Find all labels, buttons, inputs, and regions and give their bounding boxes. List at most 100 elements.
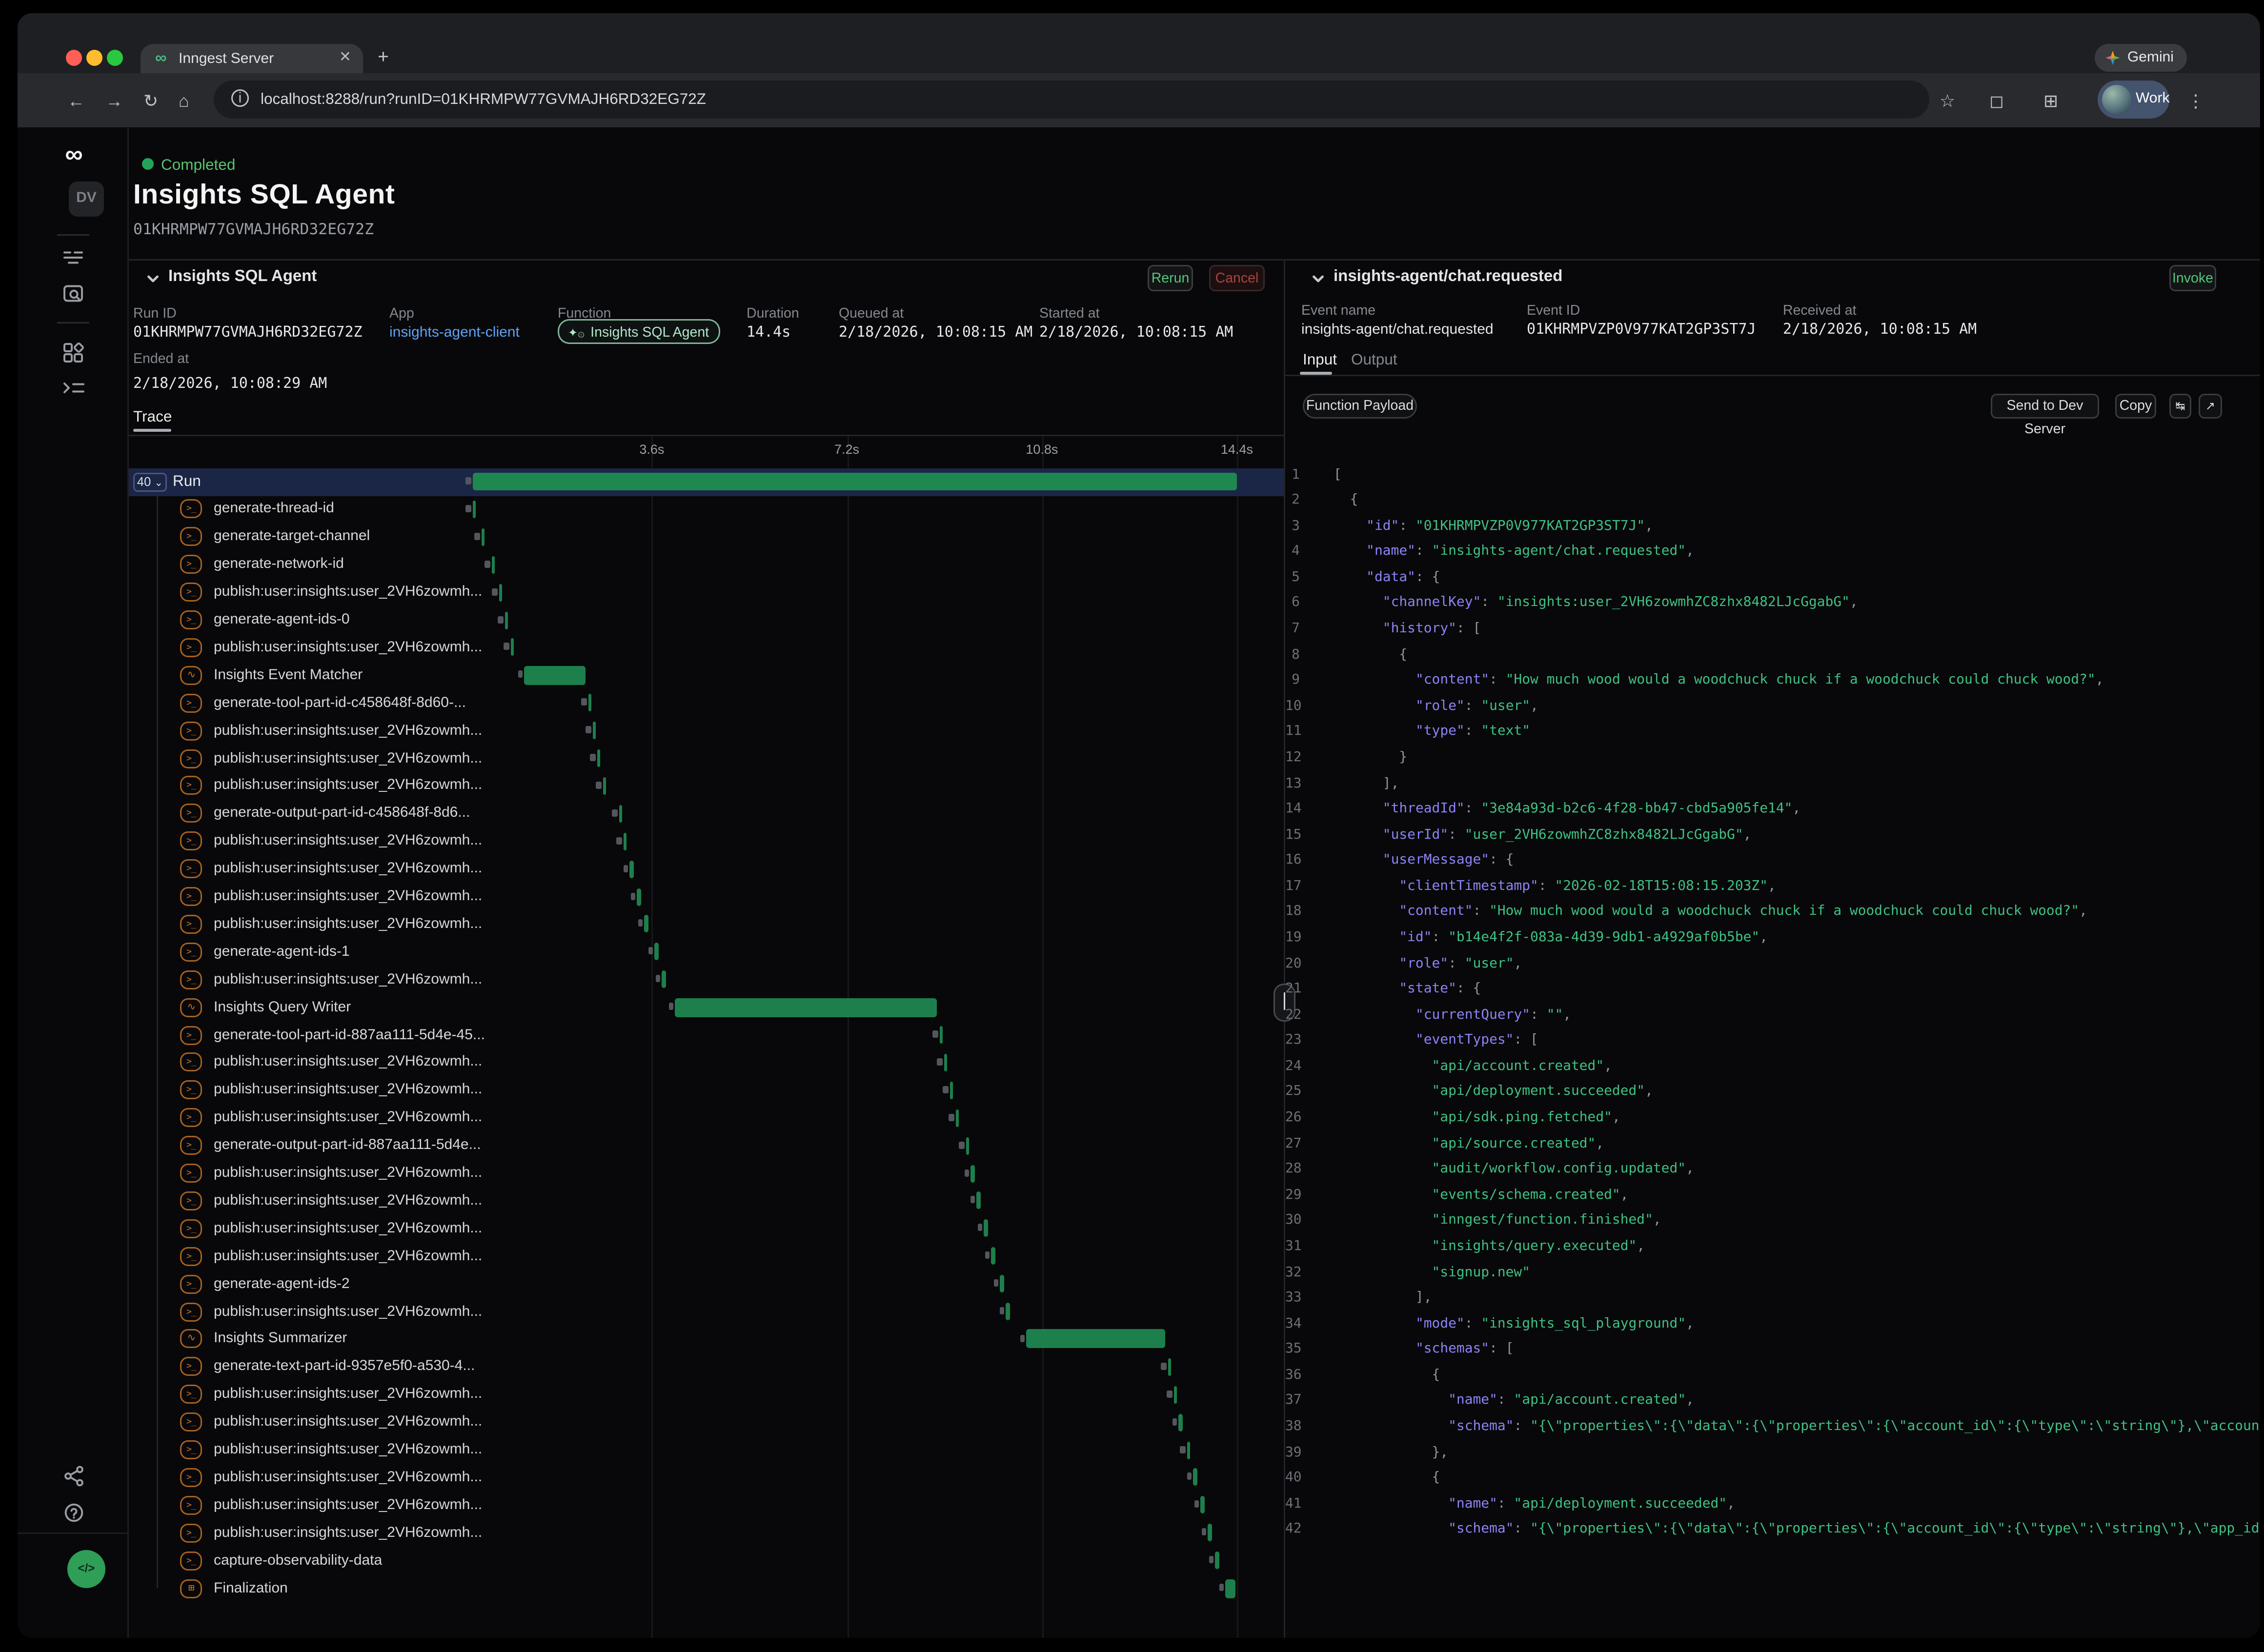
trace-row[interactable]: >_publish:user:insights:user_2VH6zowmh..… xyxy=(129,745,1284,772)
send-to-dev-server-button[interactable]: Send to Dev Server xyxy=(1991,394,2099,419)
sidebar-item-help[interactable] xyxy=(18,1502,129,1531)
trace-row[interactable]: >_publish:user:insights:user_2VH6zowmh..… xyxy=(129,1159,1284,1187)
step-bar[interactable] xyxy=(1006,1303,1010,1320)
trace-row[interactable]: >_publish:user:insights:user_2VH6zowmh..… xyxy=(129,1436,1284,1464)
span-bar[interactable] xyxy=(1226,1579,1235,1598)
trace-row[interactable]: >_publish:user:insights:user_2VH6zowmh..… xyxy=(129,1187,1284,1215)
extensions-icon[interactable]: ◻ xyxy=(1989,90,2004,111)
chevron-down-icon[interactable] xyxy=(145,271,161,287)
step-bar[interactable] xyxy=(619,805,623,822)
address-bar[interactable]: i localhost:8288/run?runID=01KHRMPW77GVM… xyxy=(214,81,1929,119)
tab-trace[interactable]: Trace xyxy=(133,408,172,426)
trace-row[interactable]: >_capture-observability-data xyxy=(129,1547,1284,1574)
trace-row-run[interactable]: 40 ⌄ Run xyxy=(129,468,1284,496)
sidebar-item-runs[interactable] xyxy=(18,247,129,275)
trace-row[interactable]: >_publish:user:insights:user_2VH6zowmh..… xyxy=(129,855,1284,883)
trace-row[interactable]: >_generate-target-channel xyxy=(129,523,1284,551)
forward-icon[interactable]: → xyxy=(105,90,123,111)
trace-row[interactable]: >_generate-tool-part-id-887aa111-5d4e-45… xyxy=(129,1021,1284,1049)
copy-button[interactable]: Copy xyxy=(2115,394,2156,419)
trace-row[interactable]: >_generate-output-part-id-c458648f-8d6..… xyxy=(129,800,1284,827)
step-bar[interactable] xyxy=(654,943,658,961)
run-children-count[interactable]: 40 ⌄ xyxy=(133,472,167,491)
new-tab-button[interactable]: + xyxy=(378,45,389,67)
home-icon[interactable]: ⌂ xyxy=(179,90,189,111)
span-bar[interactable] xyxy=(675,998,936,1017)
sidebar-item-apps[interactable] xyxy=(18,341,129,372)
trace-row[interactable]: >_generate-agent-ids-1 xyxy=(129,938,1284,966)
step-bar[interactable] xyxy=(491,556,495,573)
close-window-button[interactable] xyxy=(66,49,82,65)
minimize-window-button[interactable] xyxy=(86,49,102,65)
trace-row[interactable]: ∿Insights Summarizer xyxy=(129,1325,1284,1353)
app-avatar[interactable]: DV xyxy=(69,181,104,217)
step-bar[interactable] xyxy=(593,722,597,739)
browser-menu-icon[interactable]: ⋮ xyxy=(2187,90,2204,111)
step-bar[interactable] xyxy=(1208,1524,1212,1542)
sidebar-item-dev-server[interactable] xyxy=(18,378,129,405)
trace-row[interactable]: >_publish:user:insights:user_2VH6zowmh..… xyxy=(129,1519,1284,1547)
step-bar[interactable] xyxy=(1193,1469,1197,1486)
step-bar[interactable] xyxy=(1215,1551,1219,1569)
trace-row[interactable]: >_publish:user:insights:user_2VH6zowmh..… xyxy=(129,1076,1284,1104)
reading-mode-icon[interactable]: ⊞ xyxy=(2043,90,2058,111)
back-icon[interactable]: ← xyxy=(67,90,85,111)
function-pill[interactable]: ✦۞Insights SQL Agent xyxy=(558,319,721,344)
cancel-button[interactable]: Cancel xyxy=(1209,264,1265,291)
payload-code-view[interactable]: 1[ 2 { 3 "id": "01KHRMPVZP0V977KAT2GP3ST… xyxy=(1285,427,2260,1584)
bookmark-star-icon[interactable]: ☆ xyxy=(1940,90,1955,111)
tab-output[interactable]: Output xyxy=(1351,351,1397,369)
step-bar[interactable] xyxy=(966,1137,970,1154)
rerun-button[interactable]: Rerun xyxy=(1148,264,1193,291)
trace-row[interactable]: >_publish:user:insights:user_2VH6zowmh..… xyxy=(129,634,1284,662)
reload-icon[interactable]: ↻ xyxy=(143,90,158,111)
trace-row[interactable]: >_publish:user:insights:user_2VH6zowmh..… xyxy=(129,1214,1284,1242)
trace-row[interactable]: >_publish:user:insights:user_2VH6zowmh..… xyxy=(129,1104,1284,1132)
step-bar[interactable] xyxy=(1187,1441,1191,1459)
run-bar[interactable] xyxy=(473,473,1237,490)
trace-row[interactable]: >_generate-network-id xyxy=(129,551,1284,579)
trace-row[interactable]: >_publish:user:insights:user_2VH6zowmh..… xyxy=(129,1491,1284,1519)
step-bar[interactable] xyxy=(1179,1413,1183,1431)
step-bar[interactable] xyxy=(499,584,503,601)
step-bar[interactable] xyxy=(991,1248,995,1265)
trace-row[interactable]: >_publish:user:insights:user_2VH6zowmh..… xyxy=(129,1048,1284,1076)
step-bar[interactable] xyxy=(984,1220,988,1237)
step-bar[interactable] xyxy=(645,915,648,933)
step-bar[interactable] xyxy=(623,832,627,850)
step-bar[interactable] xyxy=(1168,1358,1172,1375)
step-bar[interactable] xyxy=(637,888,641,906)
trace-row[interactable]: >_generate-thread-id xyxy=(129,495,1284,523)
zoom-window-button[interactable] xyxy=(107,49,123,65)
trace-row[interactable]: >_publish:user:insights:user_2VH6zowmh..… xyxy=(129,1464,1284,1491)
browser-tab[interactable]: ∞ Inngest Server ✕ xyxy=(141,44,363,73)
trace-row[interactable]: >_generate-output-part-id-887aa111-5d4e.… xyxy=(129,1131,1284,1159)
step-bar[interactable] xyxy=(597,749,601,767)
step-bar[interactable] xyxy=(1201,1496,1205,1514)
step-bar[interactable] xyxy=(510,639,514,656)
trace-row[interactable]: >_generate-agent-ids-2 xyxy=(129,1270,1284,1298)
app-link[interactable]: insights-agent-client xyxy=(389,325,520,341)
tab-input[interactable]: Input xyxy=(1303,351,1337,369)
step-bar[interactable] xyxy=(630,860,634,878)
span-bar[interactable] xyxy=(525,665,586,685)
step-bar[interactable] xyxy=(603,777,606,795)
expand-icon[interactable]: ↗ xyxy=(2199,394,2222,419)
sidebar-item-share[interactable] xyxy=(18,1465,129,1494)
trace-row[interactable]: >_publish:user:insights:user_2VH6zowmh..… xyxy=(129,827,1284,855)
step-bar[interactable] xyxy=(1173,1386,1177,1403)
dev-tools-button[interactable]: </> xyxy=(67,1550,105,1588)
trace-row[interactable]: >_publish:user:insights:user_2VH6zowmh..… xyxy=(129,772,1284,800)
trace-row[interactable]: >_generate-text-part-id-9357e5f0-a530-4.… xyxy=(129,1353,1284,1381)
trace-row[interactable]: >_publish:user:insights:user_2VH6zowmh..… xyxy=(129,1242,1284,1270)
step-bar[interactable] xyxy=(944,1054,948,1071)
step-bar[interactable] xyxy=(971,1165,975,1182)
tab-close-icon[interactable]: ✕ xyxy=(339,49,351,65)
trace-row[interactable]: >_publish:user:insights:user_2VH6zowmh..… xyxy=(129,966,1284,993)
trace-row[interactable]: >_publish:user:insights:user_2VH6zowmh..… xyxy=(129,578,1284,606)
step-bar[interactable] xyxy=(950,1081,953,1099)
trace-row[interactable]: >_publish:user:insights:user_2VH6zowmh..… xyxy=(129,883,1284,910)
trace-row[interactable]: >_publish:user:insights:user_2VH6zowmh..… xyxy=(129,1408,1284,1436)
step-bar[interactable] xyxy=(955,1109,959,1127)
chevron-down-icon[interactable] xyxy=(1310,271,1326,287)
